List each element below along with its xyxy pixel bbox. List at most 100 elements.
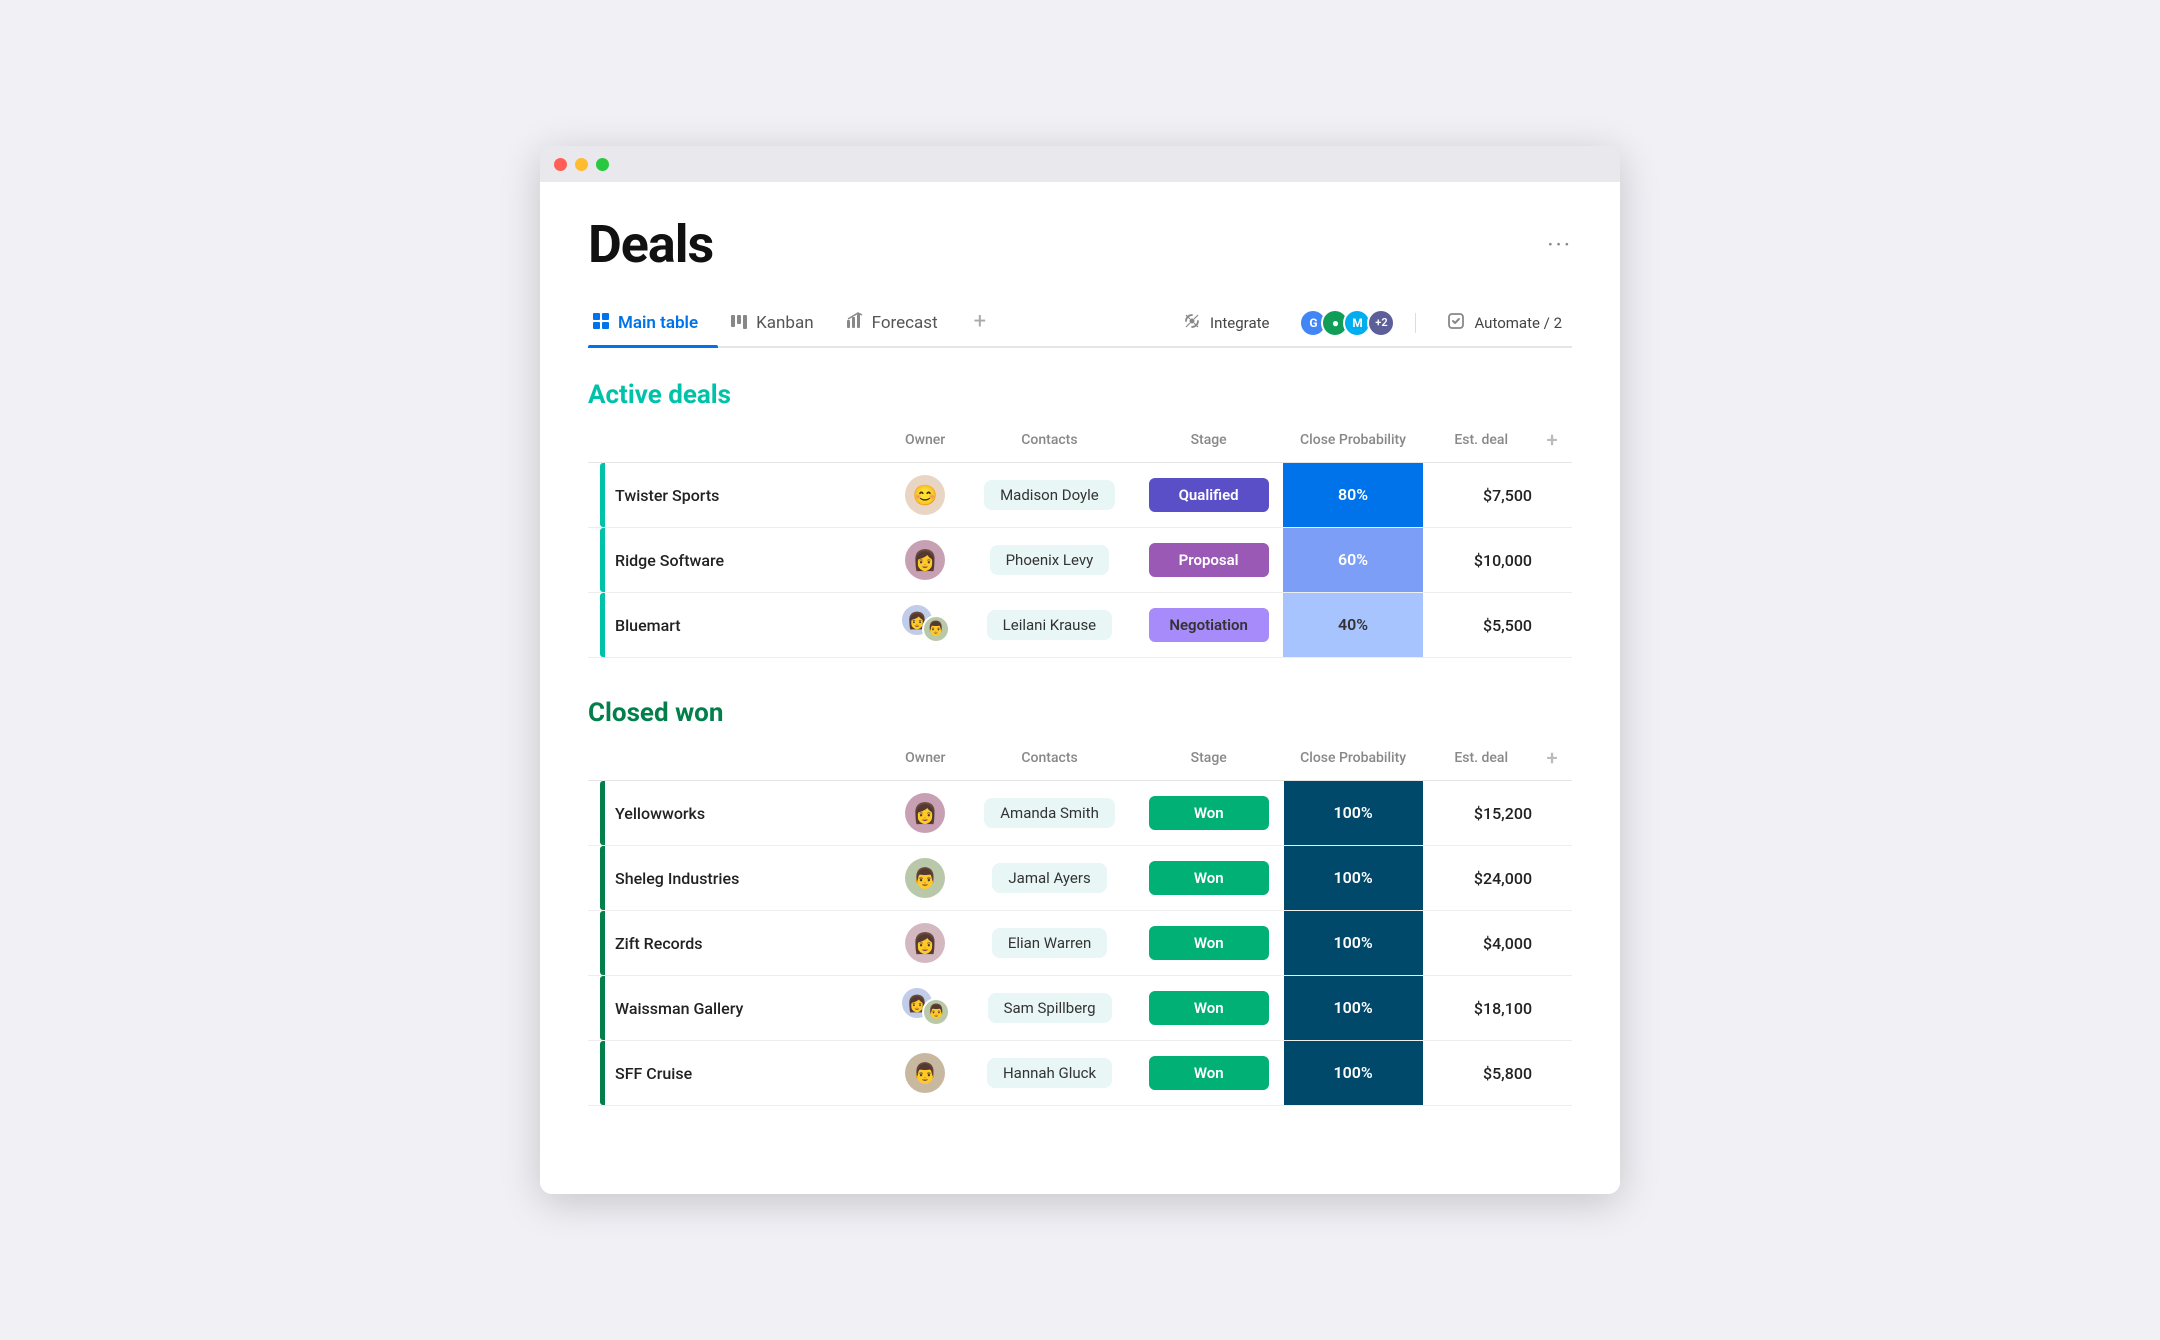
active-deals-section: Active deals Owner Contacts Stage Close … (588, 380, 1572, 658)
table-row[interactable]: Zift Records👩Elian WarrenWon100%$4,000 (588, 911, 1572, 976)
contact-cell: Sam Spillberg (965, 976, 1134, 1041)
closed-won-header-row: Owner Contacts Stage Close Probability E… (588, 740, 1572, 781)
page-header: Deals ··· (588, 214, 1572, 275)
deal-value-cell: $5,800 (1423, 1041, 1532, 1106)
tabs-right: Integrate G ● M +2 Automate (1172, 305, 1572, 341)
probability-cell: 60% (1283, 528, 1422, 593)
stage-cell: Negotiation (1134, 593, 1284, 658)
main-table-icon (592, 312, 610, 334)
table-row[interactable]: Sheleg Industries👨Jamal AyersWon100%$24,… (588, 846, 1572, 911)
stage-cell: Won (1134, 781, 1284, 846)
contact-cell: Jamal Ayers (965, 846, 1134, 911)
tab-main-table-label: Main table (618, 313, 698, 333)
tab-forecast-label: Forecast (872, 313, 938, 333)
col-owner-header-won: Owner (885, 740, 965, 781)
deal-value-cell: $4,000 (1423, 911, 1532, 976)
deal-value-cell: $5,500 (1423, 593, 1532, 658)
table-row[interactable]: SFF Cruise👨Hannah GluckWon100%$5,800 (588, 1041, 1572, 1106)
integration-avatars: G ● M +2 (1299, 309, 1395, 337)
company-cell: Ridge Software (588, 528, 885, 593)
minimize-button[interactable] (575, 158, 588, 171)
row-add-button (1532, 1041, 1572, 1106)
owner-cell: 👩 (885, 528, 965, 593)
closed-won-header: Closed won (588, 698, 1572, 728)
col-prob-header: Close Probability (1283, 422, 1422, 463)
col-company-header-won (588, 740, 885, 781)
row-add-button (1532, 593, 1572, 658)
probability-cell: 40% (1283, 593, 1422, 658)
deal-value-cell: $15,200 (1423, 781, 1532, 846)
col-stage-header-won: Stage (1134, 740, 1284, 781)
row-add-button (1532, 781, 1572, 846)
owner-cell: 👩 (885, 911, 965, 976)
owner-cell: 👩👨 (885, 593, 965, 658)
tabs-bar: Main table Kanban (588, 299, 1572, 348)
divider (1415, 313, 1416, 333)
closed-won-title: Closed won (588, 698, 723, 728)
active-deals-title: Active deals (588, 380, 731, 410)
app-window: Deals ··· Main table (540, 146, 1620, 1194)
company-cell: Zift Records (588, 911, 885, 976)
table-row[interactable]: Twister Sports😊Madison DoyleQualified80%… (588, 463, 1572, 528)
owner-cell: 👩👨 (885, 976, 965, 1041)
deal-value-cell: $7,500 (1423, 463, 1532, 528)
owner-cell: 👨 (885, 846, 965, 911)
col-prob-header-won: Close Probability (1284, 740, 1423, 781)
automate-icon (1446, 311, 1466, 335)
probability-cell: 100% (1284, 846, 1423, 911)
deal-value-cell: $18,100 (1423, 976, 1532, 1041)
contact-cell: Madison Doyle (965, 463, 1134, 528)
table-row[interactable]: Ridge Software👩Phoenix LevyProposal60%$1… (588, 528, 1572, 593)
deal-value-cell: $10,000 (1423, 528, 1532, 593)
row-add-button (1532, 976, 1572, 1041)
integrate-button[interactable]: Integrate (1172, 305, 1279, 341)
owner-cell: 👨 (885, 1041, 965, 1106)
active-deals-header: Active deals (588, 380, 1572, 410)
company-cell: Yellowworks (588, 781, 885, 846)
col-add-header-won[interactable]: + (1532, 740, 1572, 781)
kanban-icon (730, 312, 748, 334)
close-button[interactable] (554, 158, 567, 171)
tab-forecast[interactable]: Forecast (842, 302, 958, 346)
row-add-button (1532, 911, 1572, 976)
tab-kanban[interactable]: Kanban (726, 302, 833, 346)
company-cell: Twister Sports (588, 463, 885, 528)
more-menu-button[interactable]: ··· (1547, 231, 1572, 259)
contact-cell: Leilani Krause (965, 593, 1134, 658)
col-deal-header: Est. deal (1423, 422, 1532, 463)
tab-kanban-label: Kanban (756, 313, 813, 333)
table-row[interactable]: Yellowworks👩Amanda SmithWon100%$15,200 (588, 781, 1572, 846)
maximize-button[interactable] (596, 158, 609, 171)
col-deal-header-won: Est. deal (1423, 740, 1532, 781)
tabs-left: Main table Kanban (588, 299, 994, 346)
automate-label: Automate / 2 (1474, 314, 1562, 332)
company-cell: Bluemart (588, 593, 885, 658)
stage-cell: Won (1134, 846, 1284, 911)
col-owner-header: Owner (885, 422, 965, 463)
stage-cell: Proposal (1134, 528, 1284, 593)
probability-cell: 100% (1284, 976, 1423, 1041)
col-add-header[interactable]: + (1532, 422, 1572, 463)
tab-add-button[interactable]: + (966, 299, 994, 346)
col-contacts-header: Contacts (965, 422, 1134, 463)
company-cell: Sheleg Industries (588, 846, 885, 911)
owner-cell: 😊 (885, 463, 965, 528)
automate-button[interactable]: Automate / 2 (1436, 305, 1572, 341)
closed-won-section: Closed won Owner Contacts Stage Close Pr… (588, 698, 1572, 1106)
titlebar (540, 146, 1620, 182)
probability-cell: 100% (1284, 911, 1423, 976)
integration-avatar-more: +2 (1367, 309, 1395, 337)
col-company-header (588, 422, 885, 463)
table-row[interactable]: Bluemart👩👨Leilani KrauseNegotiation40%$5… (588, 593, 1572, 658)
col-contacts-header-won: Contacts (965, 740, 1134, 781)
active-deals-table: Owner Contacts Stage Close Probability E… (588, 422, 1572, 658)
stage-cell: Won (1134, 911, 1284, 976)
stage-cell: Won (1134, 976, 1284, 1041)
table-row[interactable]: Waissman Gallery👩👨Sam SpillbergWon100%$1… (588, 976, 1572, 1041)
contact-cell: Elian Warren (965, 911, 1134, 976)
row-add-button (1532, 846, 1572, 911)
row-add-button (1532, 463, 1572, 528)
tab-main-table[interactable]: Main table (588, 302, 718, 346)
probability-cell: 80% (1283, 463, 1422, 528)
integrate-icon (1182, 311, 1202, 335)
